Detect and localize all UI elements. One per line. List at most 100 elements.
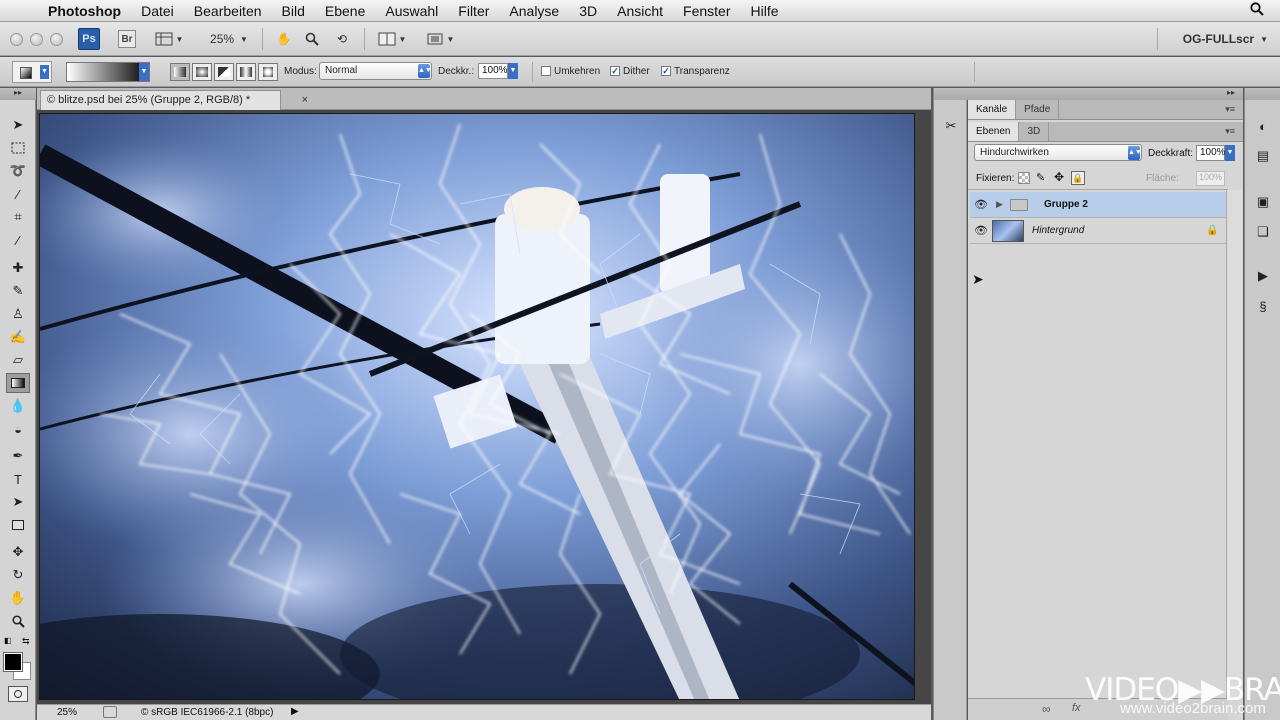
- quick-mask-button[interactable]: [8, 686, 28, 702]
- gradient-picker[interactable]: ▼: [66, 62, 150, 82]
- 3d-rotate-tool-icon[interactable]: ✥: [6, 542, 30, 562]
- tab-pfade[interactable]: Pfade: [1016, 100, 1060, 119]
- menu-bild[interactable]: Bild: [272, 3, 315, 19]
- arrange-documents-button[interactable]: ▼: [372, 29, 412, 49]
- blur-tool-icon[interactable]: 💧: [6, 396, 30, 416]
- rectangle-tool-icon[interactable]: [6, 515, 30, 535]
- dock-header[interactable]: [934, 88, 968, 100]
- histogram-icon[interactable]: ▤: [1252, 146, 1274, 166]
- view-extras-button[interactable]: ▼: [150, 29, 188, 49]
- umkehren-checkbox[interactable]: [541, 66, 551, 76]
- menu-ebene[interactable]: Ebene: [315, 3, 375, 19]
- layer-name[interactable]: Hintergrund: [1032, 225, 1206, 236]
- window-close-button[interactable]: [10, 33, 23, 46]
- lasso-tool-icon[interactable]: ➰: [6, 161, 30, 181]
- spotlight-search-icon[interactable]: [1250, 2, 1264, 20]
- panel-header[interactable]: ▸▸: [968, 88, 1243, 100]
- layer-name[interactable]: Gruppe 2: [1044, 199, 1088, 210]
- dock-header[interactable]: [1245, 88, 1280, 100]
- spot-healing-tool-icon[interactable]: ✚: [6, 258, 30, 278]
- window-zoom-button[interactable]: [50, 33, 63, 46]
- document-canvas[interactable]: [39, 113, 915, 700]
- type-tool-icon[interactable]: T: [6, 469, 30, 489]
- menu-fenster[interactable]: Fenster: [673, 3, 740, 19]
- visibility-eye-icon[interactable]: 👁: [970, 198, 992, 211]
- window-minimize-button[interactable]: [30, 33, 43, 46]
- default-colors-icon[interactable]: ◧: [4, 636, 12, 645]
- layer-row-hintergrund[interactable]: 👁 Hintergrund 🔒: [970, 218, 1226, 244]
- clone-stamp-tool-icon[interactable]: ♙: [6, 304, 30, 324]
- menu-3d[interactable]: 3D: [569, 3, 607, 19]
- navigator-icon[interactable]: ◐: [1252, 116, 1274, 136]
- linear-gradient-button[interactable]: [170, 63, 190, 81]
- menu-analyse[interactable]: Analyse: [499, 3, 569, 19]
- layer-opacity-field[interactable]: 100% ▼: [1196, 145, 1235, 161]
- lock-image-pixels-icon[interactable]: ✎: [1036, 171, 1045, 184]
- menu-auswahl[interactable]: Auswahl: [375, 3, 448, 19]
- zoom-tool-icon[interactable]: [300, 29, 324, 49]
- status-zoom[interactable]: 25%: [57, 707, 77, 718]
- gradient-tool-icon[interactable]: [6, 373, 30, 393]
- swap-colors-icon[interactable]: ⇆: [22, 636, 30, 647]
- menu-datei[interactable]: Datei: [131, 3, 184, 19]
- lock-all-icon[interactable]: 🔒: [1071, 171, 1085, 185]
- workspace-switcher[interactable]: OG-FULLscr ▼: [1183, 29, 1268, 49]
- layer-blend-mode-select[interactable]: Hindurchwirken ▲▼: [974, 144, 1142, 161]
- eyedropper-tool-icon[interactable]: ⁄: [6, 230, 30, 250]
- angle-gradient-button[interactable]: [214, 63, 234, 81]
- menu-hilfe[interactable]: Hilfe: [741, 3, 789, 19]
- chevron-down-icon[interactable]: ▼: [508, 63, 518, 79]
- rotate-view-icon[interactable]: ⟲: [330, 29, 354, 49]
- menu-ansicht[interactable]: Ansicht: [607, 3, 673, 19]
- tab-ebenen[interactable]: Ebenen: [968, 122, 1020, 141]
- tool-preset-picker[interactable]: ▼: [12, 61, 52, 83]
- expand-triangle-icon[interactable]: ▶: [996, 199, 1010, 210]
- layer-style-icon[interactable]: fx: [1072, 702, 1081, 714]
- status-info-icon[interactable]: [103, 706, 117, 718]
- actions-icon[interactable]: ▶: [1252, 266, 1274, 286]
- tab-kanaele[interactable]: Kanäle: [968, 100, 1017, 119]
- path-selection-tool-icon[interactable]: ➤: [6, 492, 30, 512]
- foreground-color-swatch[interactable]: [3, 652, 23, 672]
- marquee-tool-icon[interactable]: [6, 138, 30, 158]
- 3d-orbit-tool-icon[interactable]: ↻: [6, 565, 30, 585]
- layer-row-gruppe-2[interactable]: 👁 ▶ Gruppe 2: [970, 192, 1226, 218]
- pen-tool-icon[interactable]: ✒: [6, 446, 30, 466]
- status-menu-arrow-icon[interactable]: ▶: [291, 706, 299, 717]
- close-tab-icon[interactable]: ×: [302, 91, 308, 109]
- zoom-level-dropdown[interactable]: 25% ▼: [206, 29, 252, 49]
- layer-comps-icon[interactable]: ❏: [1252, 222, 1274, 242]
- brush-tool-icon[interactable]: ✎: [6, 281, 30, 301]
- quick-selection-tool-icon[interactable]: ⁄: [6, 184, 30, 204]
- layers-scrollbar[interactable]: [1226, 190, 1242, 698]
- launch-bridge-button[interactable]: Br: [118, 30, 136, 48]
- dither-checkbox[interactable]: ✓: [610, 66, 620, 76]
- move-tool-icon[interactable]: ➤: [6, 115, 30, 135]
- tools-panel-header[interactable]: ▸▸: [0, 88, 36, 100]
- blend-mode-select[interactable]: Normal ▲▼: [319, 62, 432, 80]
- diamond-gradient-button[interactable]: [258, 63, 278, 81]
- history-icon[interactable]: §: [1252, 296, 1274, 316]
- panel-menu-icon[interactable]: ▾≡: [1225, 104, 1235, 115]
- transparenz-checkbox[interactable]: ✓: [661, 66, 671, 76]
- screen-mode-button[interactable]: ▼: [420, 29, 460, 49]
- lock-position-icon[interactable]: ✥: [1054, 170, 1064, 184]
- opacity-field[interactable]: 100% ▼: [478, 63, 518, 79]
- hand-tool-icon[interactable]: ✋: [272, 29, 296, 49]
- crop-tool-icon[interactable]: ⌗: [6, 207, 30, 227]
- menu-bearbeiten[interactable]: Bearbeiten: [184, 3, 272, 19]
- menu-filter[interactable]: Filter: [448, 3, 499, 19]
- hand-tool-icon[interactable]: ✋: [6, 588, 30, 608]
- tab-3d[interactable]: 3D: [1019, 122, 1050, 141]
- panel-menu-icon[interactable]: ▾≡: [1225, 126, 1235, 137]
- zoom-tool-icon[interactable]: [6, 611, 30, 631]
- menu-app-photoshop[interactable]: Photoshop: [44, 3, 131, 19]
- radial-gradient-button[interactable]: [192, 63, 212, 81]
- document-tab[interactable]: © blitze.psd bei 25% (Gruppe 2, RGB/8) *…: [40, 90, 308, 110]
- history-brush-tool-icon[interactable]: ✍: [6, 327, 30, 347]
- visibility-eye-icon[interactable]: 👁: [970, 224, 992, 237]
- info-panel-icon[interactable]: ▣: [1252, 192, 1274, 212]
- link-layers-icon[interactable]: ∞: [1042, 702, 1051, 716]
- lock-transparent-pixels-icon[interactable]: [1018, 172, 1030, 184]
- reflected-gradient-button[interactable]: [236, 63, 256, 81]
